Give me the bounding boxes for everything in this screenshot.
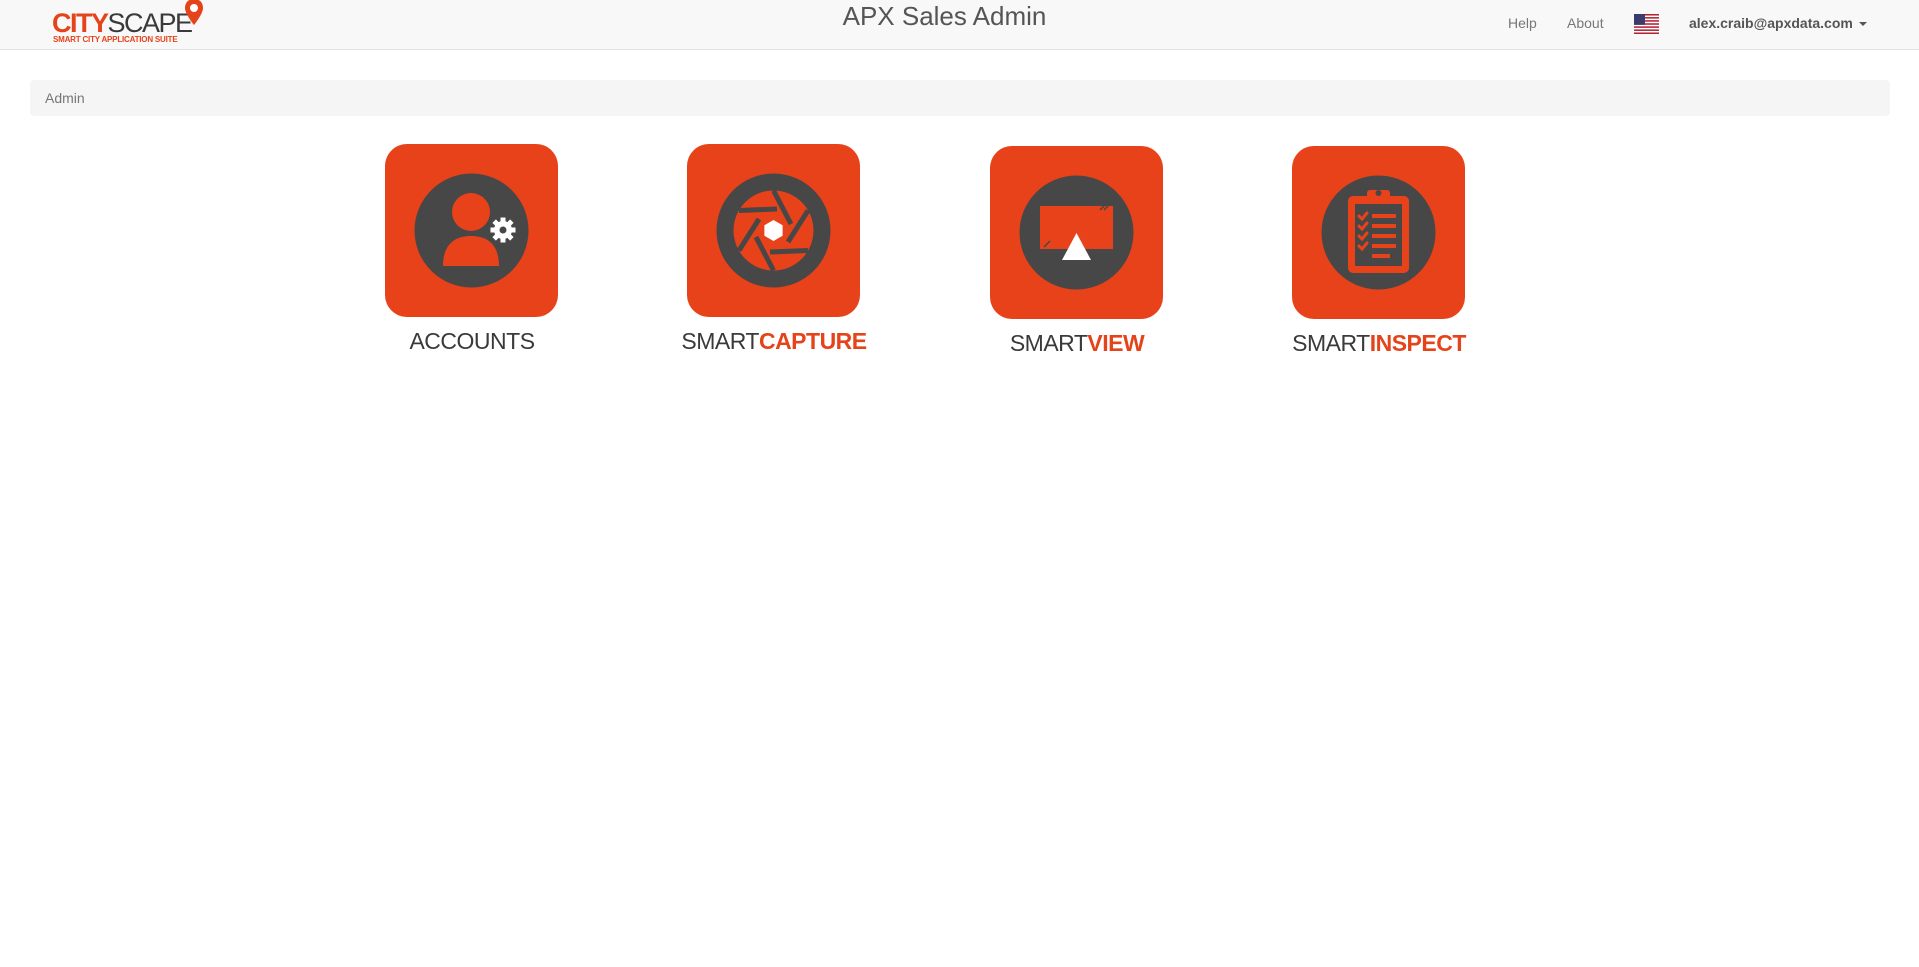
tile-icon-box — [385, 144, 558, 317]
smartview-tile[interactable]: SMARTVIEW — [962, 146, 1163, 361]
display-screen-icon — [1019, 175, 1134, 290]
app-title: APX Sales Admin — [842, 1, 1047, 31]
user-gear-icon — [414, 173, 529, 288]
tile-label-part1: SMART — [1009, 330, 1088, 356]
breadcrumb: Admin — [30, 80, 1890, 116]
tile-label: SMARTCAPTURE — [659, 327, 889, 355]
tile-label-part2: INSPECT — [1369, 330, 1467, 356]
tile-label: ACCOUNTS — [357, 327, 587, 355]
user-menu-dropdown[interactable]: alex.craib@apxdata.com — [1689, 15, 1867, 31]
tile-label-part2: CAPTURE — [758, 328, 867, 354]
user-email: alex.craib@apxdata.com — [1689, 15, 1853, 31]
tile-label-part2: VIEW — [1087, 330, 1145, 356]
us-flag-icon[interactable] — [1634, 14, 1659, 34]
help-link[interactable]: Help — [1508, 15, 1537, 31]
smartcapture-tile[interactable]: SMARTCAPTURE — [659, 144, 867, 359]
tile-label: SMARTVIEW — [962, 329, 1192, 357]
camera-aperture-icon — [716, 173, 831, 288]
tile-icon-box — [1292, 146, 1465, 319]
breadcrumb-item-admin: Admin — [45, 90, 85, 106]
logo-tagline: SMART CITY APPLICATION SUITE — [53, 35, 178, 44]
accounts-tile[interactable]: ACCOUNTS — [357, 144, 558, 359]
tile-label: SMARTINSPECT — [1264, 329, 1494, 357]
about-link[interactable]: About — [1567, 15, 1604, 31]
clipboard-checklist-icon — [1321, 175, 1436, 290]
caret-down-icon — [1858, 22, 1867, 27]
top-navbar: CITYSCAPE SMART CITY APPLICATION SUITE A… — [0, 0, 1919, 50]
tile-label-part1: SMART — [681, 328, 759, 354]
tile-icon-box — [990, 146, 1163, 319]
tile-label-part1: SMART — [1292, 330, 1370, 356]
smartinspect-tile[interactable]: SMARTINSPECT — [1264, 146, 1466, 361]
tile-label-part1: ACCOUNTS — [409, 328, 535, 354]
tile-icon-box — [687, 144, 860, 317]
